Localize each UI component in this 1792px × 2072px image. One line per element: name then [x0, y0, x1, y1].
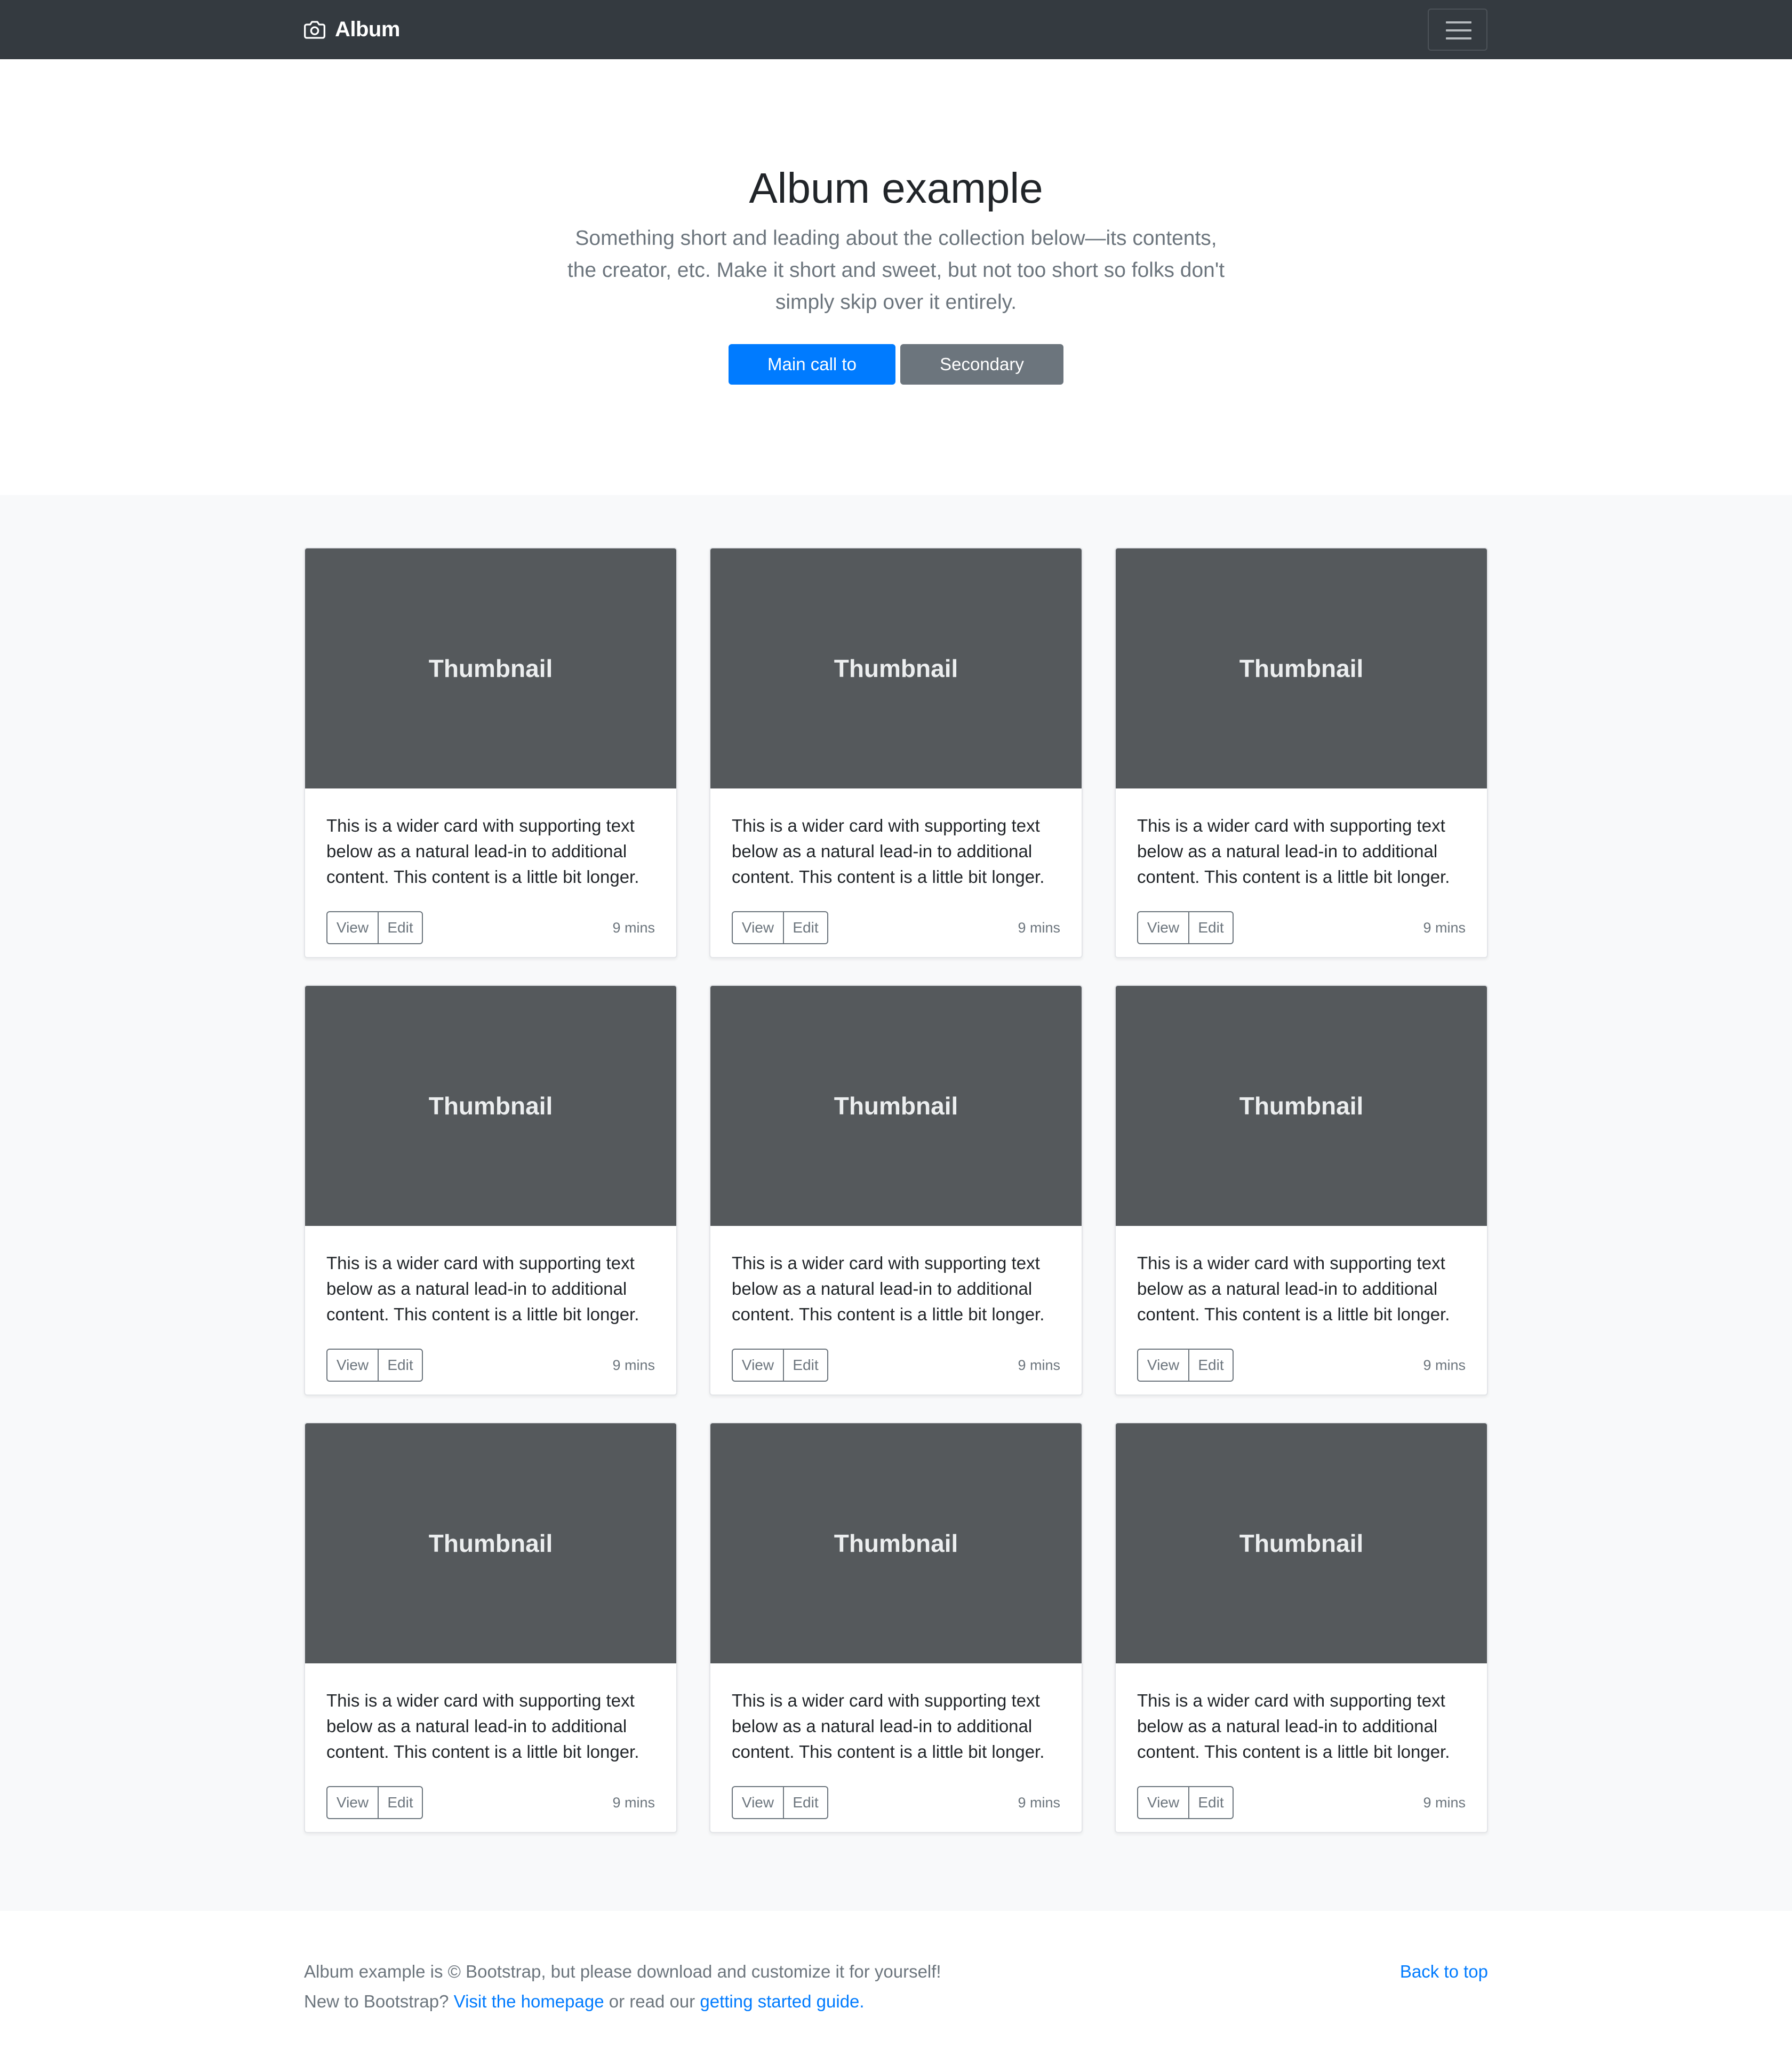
edit-button[interactable]: Edit [378, 1349, 423, 1382]
thumbnail-label: Thumbnail [428, 1092, 553, 1120]
page-title: Album example [749, 164, 1043, 212]
card-button-group: View Edit [1137, 911, 1234, 944]
card-thumbnail: Thumbnail [710, 548, 1082, 788]
card-button-group: View Edit [326, 1349, 423, 1382]
album-card: Thumbnail This is a wider card with suppo… [1115, 1422, 1488, 1833]
card-time-label: 9 mins [1423, 1357, 1466, 1373]
card-button-group: View Edit [1137, 1349, 1234, 1382]
album-card: Thumbnail This is a wider card with suppo… [709, 985, 1083, 1396]
card-text: This is a wider card with supporting tex… [732, 1253, 1045, 1324]
view-button[interactable]: View [326, 1349, 379, 1382]
card-text: This is a wider card with supporting tex… [732, 816, 1045, 887]
album-card: Thumbnail This is a wider card with suppo… [709, 1422, 1083, 1833]
secondary-action-button[interactable]: Secondary action [900, 344, 1063, 415]
view-button[interactable]: View [732, 1786, 784, 1819]
hero-button-group: Main call to actionSecondary action [0, 344, 1792, 415]
back-to-top-link[interactable]: Back to top [1400, 1962, 1488, 1982]
card-thumbnail: Thumbnail [1116, 1423, 1487, 1663]
edit-button[interactable]: Edit [783, 1349, 828, 1382]
card-text: This is a wider card with supporting tex… [326, 1253, 639, 1324]
card-text: This is a wider card with supporting tex… [1137, 1253, 1450, 1324]
card-button-group: View Edit [732, 1349, 828, 1382]
footer: Album example is © Bootstrap, but please… [0, 1911, 1792, 2072]
thumbnail-label: Thumbnail [834, 1529, 958, 1557]
album-section: Thumbnail This is a wider card with suppo… [0, 495, 1792, 1911]
view-button[interactable]: View [326, 1786, 379, 1819]
card-thumbnail: Thumbnail [305, 986, 676, 1226]
view-button[interactable]: View [732, 1349, 784, 1382]
getting-started-guide-link[interactable]: getting started guide [700, 1991, 859, 2011]
thumbnail-label: Thumbnail [1239, 1092, 1364, 1120]
navbar: Album [0, 0, 1792, 59]
album-card: Thumbnail This is a wider card with suppo… [1115, 985, 1488, 1396]
edit-button[interactable]: Edit [1189, 1786, 1234, 1819]
card-text: This is a wider card with supporting tex… [326, 1691, 639, 1762]
card-time-label: 9 mins [1018, 1795, 1060, 1811]
main-call-to-action-button[interactable]: Main call to action [729, 344, 895, 415]
thumbnail-label: Thumbnail [1239, 1529, 1364, 1557]
card-time-label: 9 mins [612, 1795, 655, 1811]
card-time-label: 9 mins [1018, 920, 1060, 936]
hero-lead-text: Something short and leading about the co… [567, 227, 1225, 314]
card-text: This is a wider card with supporting tex… [732, 1691, 1045, 1762]
view-button[interactable]: View [1137, 911, 1189, 944]
album-card: Thumbnail This is a wider card with suppo… [304, 1422, 677, 1833]
footer-bootstrap-line: New to Bootstrap? Visit the homepage or … [304, 1991, 865, 2012]
card-button-group: View Edit [326, 1786, 423, 1819]
album-card: Thumbnail This is a wider card with suppo… [1115, 547, 1488, 958]
view-button[interactable]: View [732, 911, 784, 944]
card-thumbnail: Thumbnail [710, 1423, 1082, 1663]
album-card: Thumbnail This is a wider card with suppo… [304, 547, 677, 958]
edit-button[interactable]: Edit [378, 911, 423, 944]
card-time-label: 9 mins [1018, 1357, 1060, 1373]
edit-button[interactable]: Edit [783, 1786, 828, 1819]
hero-section: Album example Something short and leadin… [0, 59, 1792, 495]
thumbnail-label: Thumbnail [428, 1529, 553, 1557]
card-button-group: View Edit [1137, 1786, 1234, 1819]
card-time-label: 9 mins [612, 920, 655, 936]
edit-button[interactable]: Edit [783, 911, 828, 944]
edit-button[interactable]: Edit [378, 1786, 423, 1819]
edit-button[interactable]: Edit [1189, 911, 1234, 944]
thumbnail-label: Thumbnail [1239, 655, 1364, 682]
card-button-group: View Edit [326, 911, 423, 944]
card-button-group: View Edit [732, 911, 828, 944]
view-button[interactable]: View [1137, 1786, 1189, 1819]
card-thumbnail: Thumbnail [1116, 986, 1487, 1226]
footer-middle-text: or read our [609, 1991, 695, 2011]
navbar-toggler-button[interactable] [1428, 9, 1487, 51]
brand-link[interactable]: Album [304, 0, 400, 59]
view-button[interactable]: View [326, 911, 379, 944]
footer-period-text: . [859, 1991, 865, 2011]
card-thumbnail: Thumbnail [710, 986, 1082, 1226]
card-time-label: 9 mins [612, 1357, 655, 1373]
card-text: This is a wider card with supporting tex… [1137, 1691, 1450, 1762]
card-thumbnail: Thumbnail [305, 548, 676, 788]
camera-icon [304, 20, 325, 39]
thumbnail-label: Thumbnail [834, 1092, 958, 1120]
footer-copyright-text: Album example is © Bootstrap, but please… [304, 1962, 941, 1981]
edit-button[interactable]: Edit [1189, 1349, 1234, 1382]
thumbnail-label: Thumbnail [834, 655, 958, 682]
visit-homepage-link[interactable]: Visit the homepage [454, 1991, 604, 2011]
card-button-group: View Edit [732, 1786, 828, 1819]
card-thumbnail: Thumbnail [1116, 548, 1487, 788]
card-text: This is a wider card with supporting tex… [1137, 816, 1450, 887]
view-button[interactable]: View [1137, 1349, 1189, 1382]
album-card: Thumbnail This is a wider card with suppo… [304, 985, 677, 1396]
card-time-label: 9 mins [1423, 920, 1466, 936]
thumbnail-label: Thumbnail [428, 655, 553, 682]
card-text: This is a wider card with supporting tex… [326, 816, 639, 887]
album-card: Thumbnail This is a wider card with suppo… [709, 547, 1083, 958]
card-thumbnail: Thumbnail [305, 1423, 676, 1663]
brand-label: Album [335, 18, 400, 41]
footer-prefix-text: New to Bootstrap? [304, 1991, 449, 2011]
card-time-label: 9 mins [1423, 1795, 1466, 1811]
